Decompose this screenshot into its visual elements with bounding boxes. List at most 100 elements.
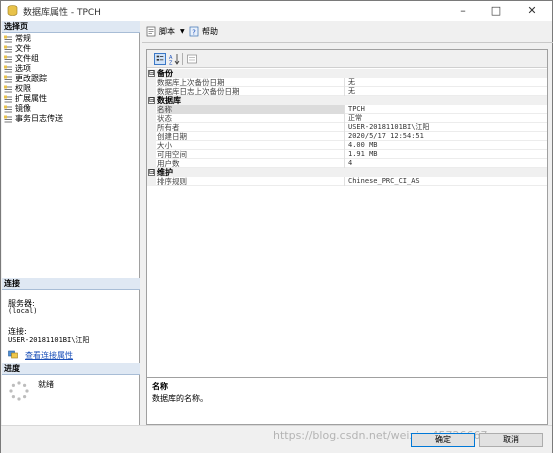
property-row[interactable]: 所有者 USER-20181101BI\江阳 xyxy=(147,123,547,132)
property-page-icon xyxy=(4,65,12,73)
database-properties-window: 数据库属性 - TPCH – □ ✕ 选择页 常规 文件 文件组 选项 更改跟踪 权限 扩展… xyxy=(0,0,553,453)
property-row[interactable]: 大小 4.00 MB xyxy=(147,141,547,150)
property-row[interactable]: 排序规则 Chinese_PRC_CI_AS xyxy=(147,177,547,186)
row-gutter xyxy=(147,150,156,159)
property-name: 状态 xyxy=(157,114,345,123)
script-button[interactable]: 脚本 ▼ xyxy=(146,25,185,38)
property-row[interactable]: 可用空间 1.91 MB xyxy=(147,150,547,159)
category-row[interactable]: ⊟ 备份 xyxy=(147,69,547,78)
row-gutter xyxy=(147,87,156,96)
page-list-item-label: 文件组 xyxy=(15,54,39,63)
page-list: 常规 文件 文件组 选项 更改跟踪 权限 扩展属性 镜像 事务日志传送 xyxy=(2,34,140,124)
title-bar: 数据库属性 - TPCH – □ ✕ xyxy=(1,1,552,21)
right-panel: 脚本 ▼ ? 帮助 A Z ⊟ 备份 数据库上次备份日期 无 数据库日志上次备份… xyxy=(142,21,553,425)
property-name: 数据库上次备份日期 xyxy=(157,78,345,87)
categorized-view-icon[interactable] xyxy=(154,53,166,65)
page-list-item[interactable]: 选项 xyxy=(2,64,140,74)
property-grid-toolbar-divider xyxy=(182,53,183,65)
maximize-button[interactable]: □ xyxy=(481,1,511,21)
property-page-icon xyxy=(4,115,12,123)
property-value: 2020/5/17 12:54:51 xyxy=(348,132,424,140)
property-grid-toolbar: A Z xyxy=(147,50,547,68)
progress-status: 就绪 xyxy=(38,380,54,389)
category-name: 数据库 xyxy=(157,96,181,105)
property-row[interactable]: 状态 正常 xyxy=(147,114,547,123)
property-name: 数据库日志上次备份日期 xyxy=(157,87,345,96)
row-gutter xyxy=(147,105,156,114)
description-title: 名称 xyxy=(152,382,168,391)
description-panel: 名称 数据库的名称。 xyxy=(146,377,548,425)
property-value: USER-20181101BI\江阳 xyxy=(348,123,430,131)
help-label: 帮助 xyxy=(202,27,218,36)
page-list-item[interactable]: 文件 xyxy=(2,44,140,54)
script-icon xyxy=(146,26,156,37)
view-connection-properties-label[interactable]: 查看连接属性 xyxy=(25,350,73,361)
help-icon: ? xyxy=(189,26,199,37)
page-list-item[interactable]: 文件组 xyxy=(2,54,140,64)
property-row[interactable]: 创建日期 2020/5/17 12:54:51 xyxy=(147,132,547,141)
page-list-item[interactable]: 更改跟踪 xyxy=(2,74,140,84)
svg-text:Z: Z xyxy=(169,61,173,66)
collapse-icon[interactable]: ⊟ xyxy=(148,169,155,176)
property-row[interactable]: 数据库日志上次备份日期无 xyxy=(147,87,547,96)
property-value: 1.91 MB xyxy=(348,150,378,158)
property-row[interactable]: 数据库上次备份日期无 xyxy=(147,78,547,87)
svg-text:?: ? xyxy=(192,29,196,37)
minimize-button[interactable]: – xyxy=(448,1,478,21)
page-list-item[interactable]: 镜像 xyxy=(2,104,140,114)
property-page-icon xyxy=(4,85,12,93)
alphabetical-sort-icon[interactable]: A Z xyxy=(168,53,180,65)
page-list-item-label: 更改跟踪 xyxy=(15,74,47,83)
page-list-item-label: 文件 xyxy=(15,44,31,53)
property-page-icon xyxy=(4,35,12,43)
property-page-icon xyxy=(4,105,12,113)
property-page-icon xyxy=(4,55,12,63)
property-grid: A Z ⊟ 备份 数据库上次备份日期无数据库日志上次备份日期无 ⊟ 数据库 名称 TPCH 状… xyxy=(146,49,548,394)
page-list-item[interactable]: 常规 xyxy=(2,34,140,44)
row-gutter xyxy=(147,159,156,168)
property-name: 所有者 xyxy=(157,123,345,132)
row-gutter xyxy=(147,177,156,186)
property-name: 名称 xyxy=(157,105,345,114)
property-name: 创建日期 xyxy=(157,132,345,141)
toolbar: 脚本 ▼ ? 帮助 xyxy=(142,21,553,43)
progress-header: 进度 xyxy=(2,363,140,375)
help-button[interactable]: ? 帮助 xyxy=(189,25,218,38)
row-gutter xyxy=(147,78,156,87)
property-page-icon xyxy=(4,95,12,103)
connection-header: 连接 xyxy=(2,278,140,290)
property-value: 正常 xyxy=(348,114,362,122)
property-value: TPCH xyxy=(348,105,365,113)
collapse-icon[interactable]: ⊟ xyxy=(148,97,155,104)
category-row[interactable]: ⊟ 维护 xyxy=(147,168,547,177)
page-list-item[interactable]: 扩展属性 xyxy=(2,94,140,104)
server-value: (local) xyxy=(8,307,38,315)
progress-section: 进度 就绪 xyxy=(2,363,140,425)
property-grid-rows: ⊟ 备份 数据库上次备份日期无数据库日志上次备份日期无 ⊟ 数据库 名称 TPCH 状态 正常所… xyxy=(147,69,547,186)
property-name: 可用空间 xyxy=(157,150,345,159)
button-bar: https://blog.csdn.net/weixin_45726667 确定… xyxy=(1,425,552,453)
row-gutter xyxy=(147,132,156,141)
property-value: 无 xyxy=(348,78,355,86)
row-gutter xyxy=(147,123,156,132)
property-value: 4 xyxy=(348,159,353,167)
property-row[interactable]: 名称 TPCH xyxy=(147,105,547,114)
category-row[interactable]: ⊟ 数据库 xyxy=(147,96,547,105)
property-value: Chinese_PRC_CI_AS xyxy=(348,177,420,185)
ok-button[interactable]: 确定 xyxy=(411,433,475,447)
property-pages-icon[interactable] xyxy=(186,53,198,65)
database-icon xyxy=(7,5,18,16)
page-list-item[interactable]: 权限 xyxy=(2,84,140,94)
cancel-button[interactable]: 取消 xyxy=(479,433,543,447)
property-name: 用户数 xyxy=(157,159,345,168)
collapse-icon[interactable]: ⊟ xyxy=(148,70,155,77)
connection-value: USER-20181101BI\江阳 xyxy=(8,336,90,344)
page-list-item[interactable]: 事务日志传送 xyxy=(2,114,140,124)
property-value: 无 xyxy=(348,87,355,95)
chevron-down-icon[interactable]: ▼ xyxy=(180,28,185,35)
close-button[interactable]: ✕ xyxy=(517,1,547,21)
connection-properties-icon xyxy=(8,350,18,359)
property-page-icon xyxy=(4,45,12,53)
property-row[interactable]: 用户数 4 xyxy=(147,159,547,168)
description-text: 数据库的名称。 xyxy=(152,394,208,403)
